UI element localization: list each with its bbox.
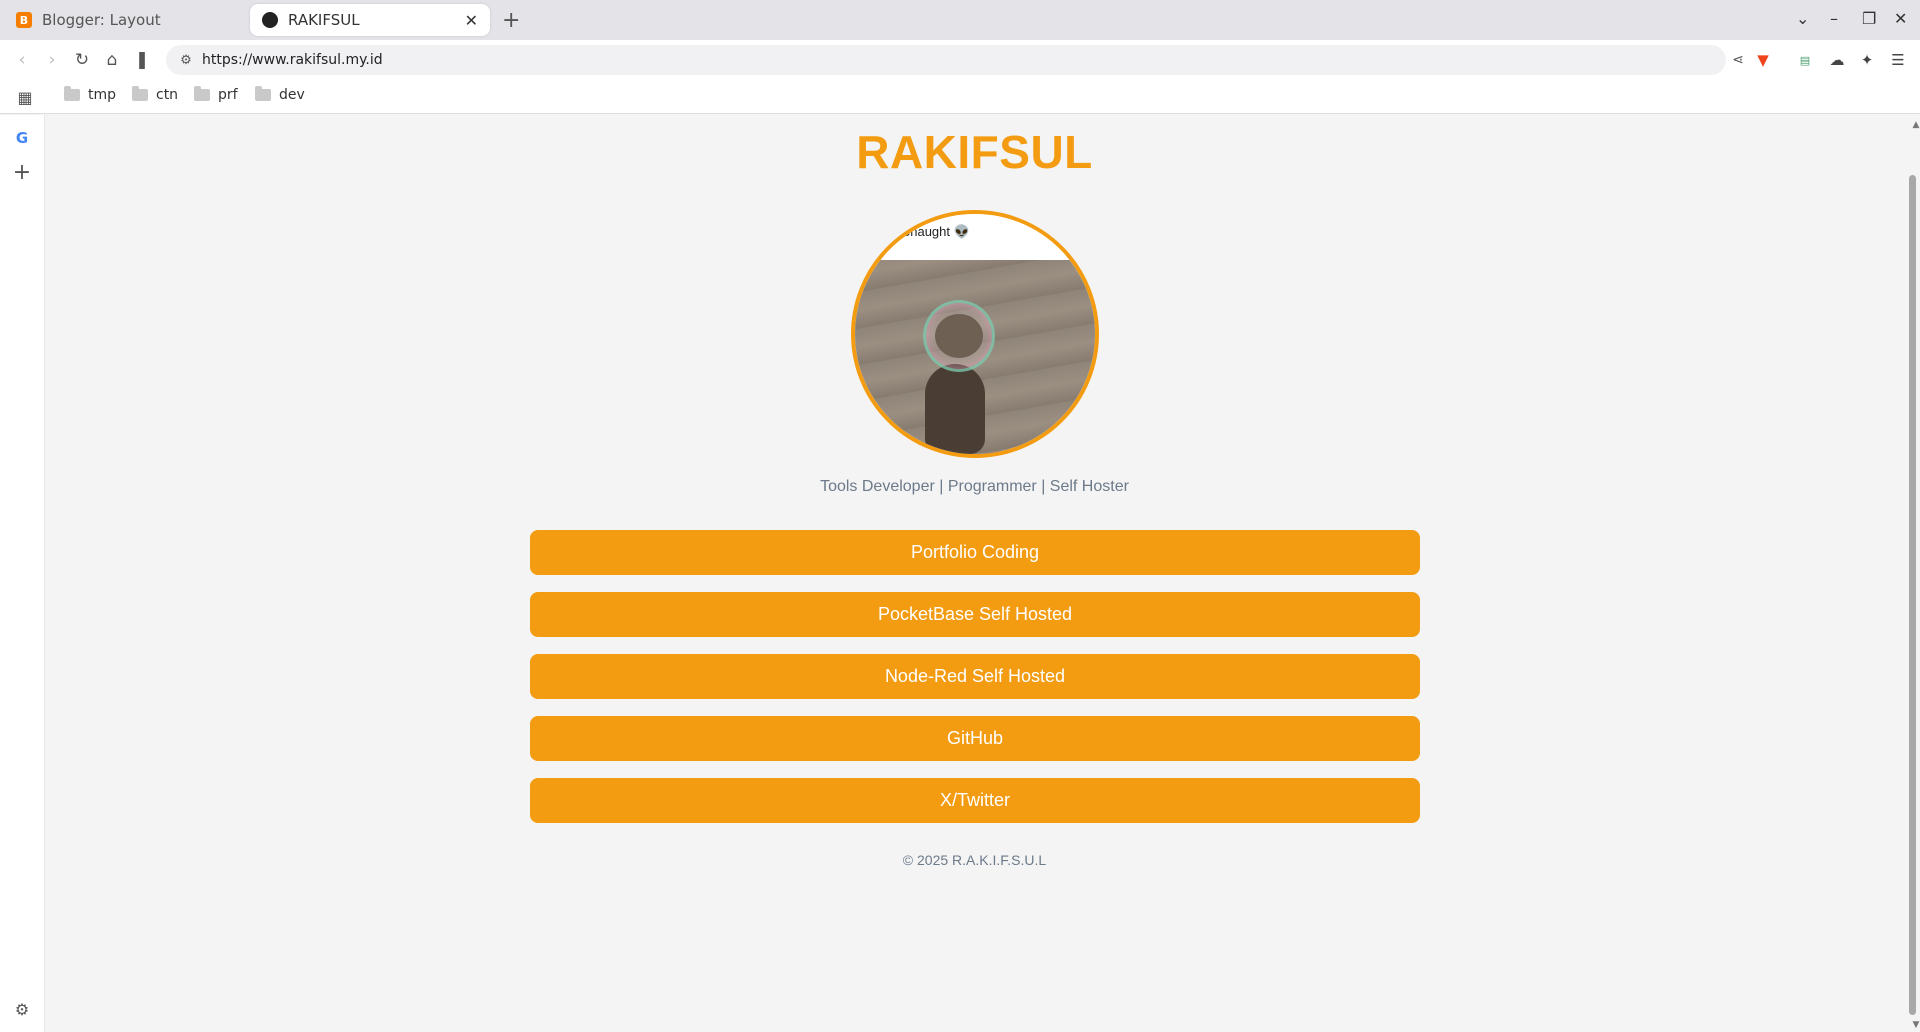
tab-rakifsul[interactable]: RAKIFSUL ✕	[250, 4, 490, 36]
restore-icon[interactable]: ❐	[1862, 9, 1876, 28]
folder-icon	[255, 86, 271, 101]
cloud-icon[interactable]: ☁	[1826, 49, 1848, 71]
scroll-down-icon[interactable]: ▼	[1906, 1015, 1920, 1032]
bookmark-folder-dev[interactable]: dev	[255, 86, 305, 103]
node-red-button[interactable]: Node-Red Self Hosted	[530, 654, 1420, 699]
scrollbar[interactable]: ▲ ▼	[1904, 115, 1920, 1032]
google-icon[interactable]: G	[12, 128, 32, 148]
home-icon[interactable]: ⌂	[100, 48, 124, 72]
scroll-thumb[interactable]	[1909, 175, 1916, 1015]
bookmarks-bar: ▦ tmp ctn prf dev	[0, 80, 1920, 114]
tagline: Tools Developer | Programmer | Self Host…	[820, 478, 1129, 495]
apps-grid-icon[interactable]: ▦	[13, 85, 37, 109]
tab-strip: B Blogger: Layout RAKIFSUL ✕ + ⌄ – ❐ ✕	[0, 0, 1920, 40]
tab-title: RAKIFSUL	[288, 11, 360, 29]
github-button[interactable]: GitHub	[530, 716, 1420, 761]
folder-icon	[64, 86, 80, 101]
navigation-toolbar: ‹ › ↻ ⌂ ❚ ⚙ https://www.rakifsul.my.id ⋖…	[0, 40, 1920, 80]
bookmark-icon[interactable]: ❚	[130, 48, 154, 72]
extensions-icon[interactable]: ✦	[1856, 49, 1878, 71]
reload-icon[interactable]: ↻	[70, 48, 94, 72]
back-icon[interactable]: ‹	[10, 48, 34, 72]
bookmark-label: tmp	[88, 87, 117, 103]
cat-body	[925, 364, 985, 454]
bookmark-folder-ctn[interactable]: ctn	[132, 86, 179, 103]
site-settings-icon[interactable]: ⚙	[174, 48, 198, 72]
portfolio-coding-button[interactable]: Portfolio Coding	[530, 530, 1420, 575]
close-window-icon[interactable]: ✕	[1894, 9, 1907, 28]
new-tab-icon[interactable]: +	[502, 8, 520, 33]
bubble-helmet	[923, 300, 995, 372]
folder-icon	[132, 86, 148, 101]
side-panel: G + ⚙	[0, 115, 45, 1032]
pdf-extension-icon[interactable]: ▤	[1794, 49, 1816, 71]
bookmark-folder-prf[interactable]: prf	[194, 86, 238, 103]
pocketbase-button[interactable]: PocketBase Self Hosted	[530, 592, 1420, 637]
bookmark-label: prf	[218, 87, 238, 103]
link-list: Portfolio Coding PocketBase Self Hosted …	[530, 530, 1420, 840]
twitter-button[interactable]: X/Twitter	[530, 778, 1420, 823]
share-icon[interactable]: ⋖	[1726, 48, 1750, 72]
settings-gear-icon[interactable]: ⚙	[12, 999, 32, 1019]
blogger-icon: B	[16, 12, 32, 28]
avatar-caption: onaught 👽	[855, 214, 1095, 260]
address-bar[interactable]: ⚙ https://www.rakifsul.my.id ⋖	[166, 45, 1744, 75]
tab-blogger-layout[interactable]: B Blogger: Layout	[4, 4, 244, 36]
add-panel-icon[interactable]: +	[12, 160, 32, 185]
tab-title: Blogger: Layout	[42, 11, 161, 29]
scroll-up-icon[interactable]: ▲	[1906, 115, 1920, 135]
bookmark-label: dev	[279, 87, 305, 103]
url-text[interactable]: https://www.rakifsul.my.id	[202, 52, 383, 68]
footer-copyright: © 2025 R.A.K.I.F.S.U.L	[902, 852, 1047, 868]
forward-icon[interactable]: ›	[40, 48, 64, 72]
bookmark-folder-tmp[interactable]: tmp	[64, 86, 117, 103]
menu-icon[interactable]: ☰	[1887, 49, 1909, 71]
close-tab-icon[interactable]: ✕	[465, 11, 478, 30]
page-title: RAKIFSUL	[856, 126, 1093, 178]
tab-search-icon[interactable]: ⌄	[1796, 9, 1809, 28]
webpage: RAKIFSUL onaught 👽 Tools Developer | Pro…	[45, 115, 1904, 1032]
brave-shields-icon[interactable]: ▼	[1752, 49, 1774, 71]
bookmark-label: ctn	[156, 87, 179, 103]
folder-icon	[194, 86, 210, 101]
minimize-icon[interactable]: –	[1830, 9, 1838, 28]
site-icon	[262, 12, 278, 28]
avatar: onaught 👽	[851, 210, 1099, 458]
